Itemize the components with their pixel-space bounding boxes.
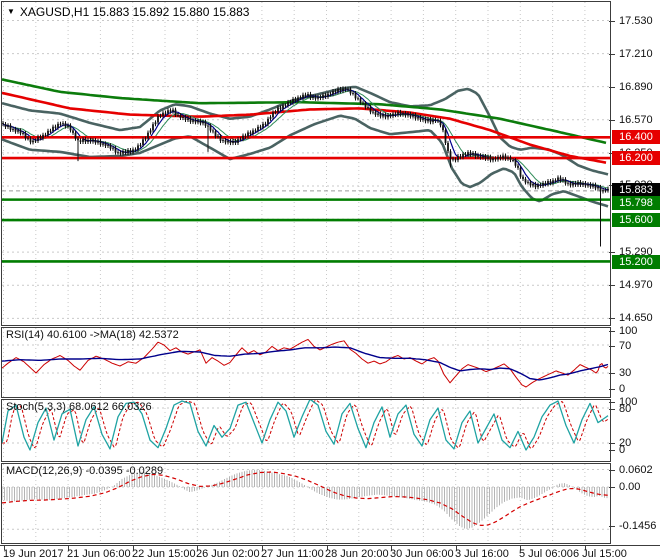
axis-tick [609,318,615,320]
price-label: 14.650 [619,312,653,325]
price-level-badge: 15.200 [612,254,660,269]
stochastic-panel[interactable]: Stoch(5,3,3) 68.0612 66.0326 [1,399,611,462]
price-level-badge: 16.400 [612,130,660,145]
date-label: 21 Jun 06:00 [67,548,131,560]
macd-scale-label: 0.0602 [619,463,653,476]
axis-tick [609,119,615,121]
symbol-dropdown-icon[interactable]: ▼ [7,7,15,16]
price-level-badge: 16.200 [612,151,660,166]
chart-title[interactable]: ▼ XAGUSD,H1 15.883 15.892 15.880 15.883 [7,5,249,19]
axis-tick [609,443,615,444]
rsi-title: RSI(14) 40.6100 ->MA(18) 42.5372 [6,329,179,341]
macd-scale-label: 0.00 [619,481,641,493]
price-label: 14.970 [619,279,653,292]
macd-title: MACD(12,26,9) -0.0395 -0.0289 [6,465,164,477]
axis-tick [609,331,615,332]
price-label: 16.890 [619,80,653,93]
axis-tick [609,373,615,374]
main-chart-canvas[interactable] [2,2,610,325]
date-label: 19 Jun 2017 [3,548,64,560]
date-label: 5 Jul 06:00 [519,548,573,560]
date-label: 26 Jun 02:00 [196,548,260,560]
axis-tick [609,401,615,403]
date-label: 30 Jun 06:00 [390,548,454,560]
axis-tick [609,450,615,451]
rsi-scale-label: 0 [619,383,626,395]
stoch-scale-label: 80 [619,402,632,415]
axis-tick [609,346,615,347]
rsi-scale-label: 70 [619,340,632,352]
price-level-badge: 15.883 [612,182,660,197]
axis-tick [609,86,615,88]
price-level-badge: 15.600 [612,213,660,228]
axis-tick [609,487,615,488]
date-label: 22 Jun 15:00 [132,548,196,560]
date-label: 27 Jun 11:00 [261,548,324,560]
macd-panel[interactable]: MACD(12,26,9) -0.0395 -0.0289 [1,463,611,544]
stoch-scale-label: 0 [619,444,626,456]
price-label: 16.570 [619,113,653,126]
axis-tick [609,469,615,471]
price-level-badge: 15.798 [612,195,660,210]
stochastic-title: Stoch(5,3,3) 68.0612 66.0326 [6,401,152,413]
date-label: 3 Jul 16:00 [455,548,509,560]
rsi-scale-label: 30 [619,367,632,379]
date-label: 6 Jul 15:00 [573,548,627,560]
rsi-scale-label: 100 [619,325,638,337]
axis-tick [609,20,615,22]
axis-tick [609,526,615,527]
time-axis[interactable]: 19 Jun 2017 21 Jun 06:00 22 Jun 15:00 26 Ju… [0,545,660,560]
price-axis[interactable]: 17.53017.21016.89016.57016.25015.93015.2… [609,0,660,545]
axis-tick [609,285,615,287]
macd-scale-label: -0.1456 [619,520,657,532]
date-label: 28 Jun 20:00 [325,548,389,560]
chart-title-text: XAGUSD,H1 15.883 15.892 15.880 15.883 [19,5,250,19]
axis-tick [609,389,615,390]
main-chart-panel[interactable]: ▼ XAGUSD,H1 15.883 15.892 15.880 15.883 [1,1,611,326]
price-label: 17.210 [619,47,653,60]
rsi-panel[interactable]: RSI(14) 40.6100 ->MA(18) 42.5372 [1,327,611,398]
axis-tick [609,53,615,55]
chart-window: ▼ XAGUSD,H1 15.883 15.892 15.880 15.883 R… [0,0,660,560]
axis-tick [609,408,615,410]
axis-tick [609,252,615,254]
price-label: 17.530 [619,14,653,27]
